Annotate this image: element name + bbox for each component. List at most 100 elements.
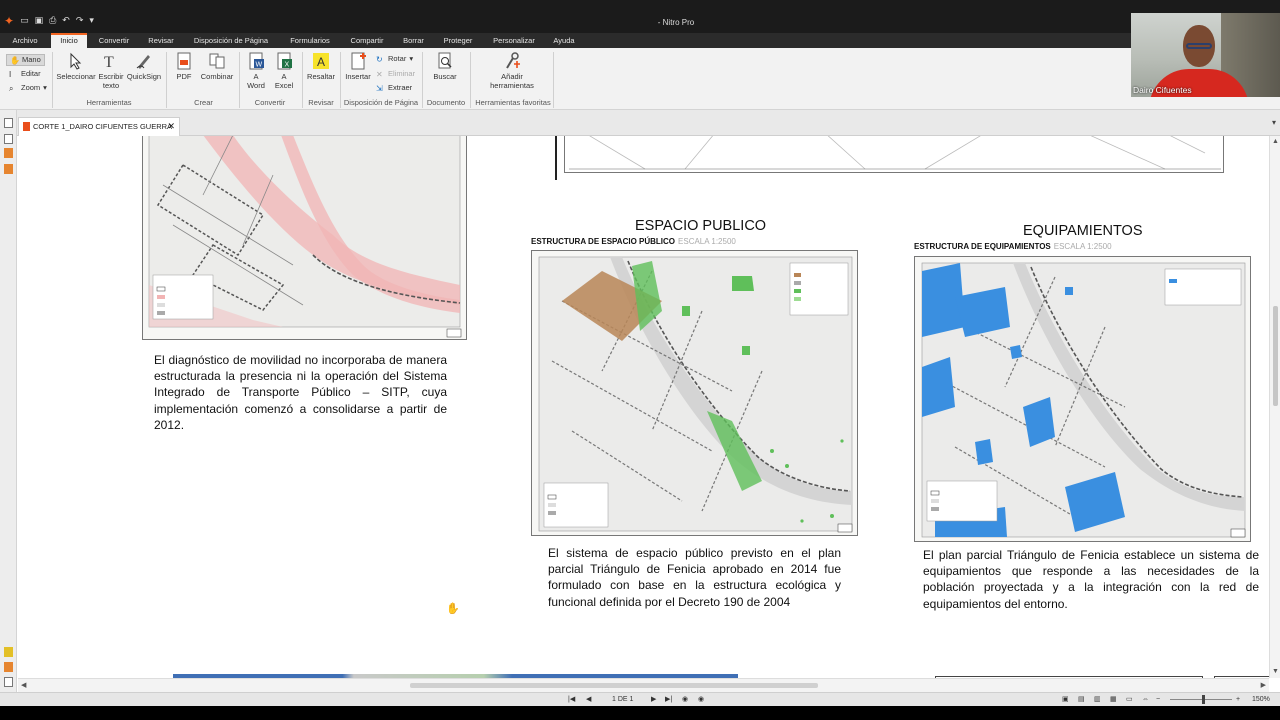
combine-button[interactable]: Combinar xyxy=(199,52,235,81)
signatures-panel-icon[interactable] xyxy=(4,164,13,174)
tab-archivo[interactable]: Archivo xyxy=(6,33,44,48)
svg-text:T: T xyxy=(104,54,114,70)
zoom-tool-button[interactable]: ⌕ Zoom ▾ xyxy=(9,83,47,93)
participant-name: Dairo Cifuentes xyxy=(1133,85,1192,95)
tab-disposicion[interactable]: Disposición de Página xyxy=(187,33,275,48)
vertical-scrollbar[interactable]: ▲ ▼ xyxy=(1269,136,1280,678)
group-label-crear: Crear xyxy=(194,98,213,107)
forward-view-icon[interactable]: ◉ xyxy=(698,695,704,705)
tab-list-chevron-icon[interactable]: ▾ xyxy=(1272,118,1276,127)
zoom-level[interactable]: 150% xyxy=(1252,695,1270,705)
bookmarks-panel-icon[interactable] xyxy=(4,134,13,144)
output-panel-icon[interactable] xyxy=(4,662,13,672)
insert-page-icon xyxy=(351,52,366,70)
previous-page-icon[interactable]: ◀ xyxy=(586,695,591,705)
document-tab-title: CORTE 1_DAIRO CIFUENTES GUERRA xyxy=(33,122,173,131)
document-tab[interactable]: CORTE 1_DAIRO CIFUENTES GUERRA ✕ xyxy=(18,117,180,136)
svg-text:A: A xyxy=(317,55,325,69)
scroll-up-icon[interactable]: ▲ xyxy=(1272,138,1279,145)
window-title: - Nitro Pro xyxy=(657,18,695,27)
type-text-button[interactable]: T Escribir texto xyxy=(97,52,125,90)
delete-label: Eliminar xyxy=(388,69,416,78)
close-icon[interactable]: ✕ xyxy=(167,118,175,135)
facing-continuous-view-icon[interactable]: ▦ xyxy=(1110,695,1117,705)
tab-proteger[interactable]: Proteger xyxy=(437,33,479,48)
hand-tool-button[interactable]: ✋ Mano xyxy=(6,54,45,66)
equipamientos-paragraph: El plan parcial Triángulo de Fenicia est… xyxy=(923,548,1259,611)
vertical-scroll-thumb[interactable] xyxy=(1273,306,1278,406)
extract-button[interactable]: ⇲ Extraer xyxy=(376,83,412,93)
rotate-button[interactable]: ↻ Rotar ▾ xyxy=(376,54,413,64)
zoom-slider-thumb[interactable] xyxy=(1202,695,1205,704)
tab-formularios[interactable]: Formularios xyxy=(283,33,337,48)
pages-panel-icon[interactable] xyxy=(4,118,13,128)
mobility-map xyxy=(142,136,467,340)
page-indicator[interactable]: 1 DE 1 xyxy=(612,695,633,705)
to-word-label: A Word xyxy=(247,72,265,90)
espacio-publico-map xyxy=(531,250,858,536)
tab-personalizar[interactable]: Personalizar xyxy=(486,33,542,48)
horizontal-scrollbar[interactable]: ◀ ▶ xyxy=(18,678,1269,692)
pdf-icon xyxy=(177,52,191,70)
horizontal-scroll-thumb[interactable] xyxy=(410,683,818,688)
to-excel-button[interactable]: X A Excel xyxy=(272,52,296,90)
scroll-left-icon[interactable]: ◀ xyxy=(21,681,26,689)
zoom-slider[interactable] xyxy=(1170,699,1232,700)
tab-compartir[interactable]: Compartir xyxy=(344,33,390,48)
chevron-down-icon: ▾ xyxy=(43,83,47,92)
espacio-publico-subheading: ESTRUCTURA DE ESPACIO PÚBLICO ESCALA 1:25… xyxy=(531,237,736,246)
tab-revisar[interactable]: Revisar xyxy=(142,33,180,48)
tab-borrar[interactable]: Borrar xyxy=(397,33,430,48)
pdf-label: PDF xyxy=(176,72,192,81)
scroll-down-icon[interactable]: ▼ xyxy=(1272,668,1279,675)
search-button[interactable]: Buscar xyxy=(430,52,460,81)
fit-page-icon[interactable]: ▭ xyxy=(1126,695,1133,705)
properties-panel-icon[interactable] xyxy=(4,677,13,687)
next-page-icon[interactable]: ▶ xyxy=(651,695,656,705)
status-bar: |◀ ◀ 1 DE 1 ▶ ▶| ◉ ◉ ▣ ▤ ▥ ▦ ▭ ⇔ − + 150… xyxy=(0,692,1280,706)
single-page-view-icon[interactable]: ▣ xyxy=(1062,695,1069,705)
fit-width-icon[interactable]: ⇔ xyxy=(1142,695,1149,705)
group-label-herramientas: Herramientas xyxy=(86,98,132,107)
quicksign-button[interactable]: QuickSign xyxy=(126,52,162,81)
insert-label: Insertar xyxy=(345,72,371,81)
highlight-button[interactable]: A Resaltar xyxy=(306,52,336,81)
group-label-revisar: Revisar xyxy=(308,98,334,107)
document-view[interactable]: El diagnóstico de movilidad no incorpora… xyxy=(18,136,1269,678)
title-bar: ✦ ▭ ▣ ⎙ ↶ ↷ ▾ - Nitro Pro xyxy=(0,0,1280,33)
add-tools-button[interactable]: Añadir herramientas xyxy=(486,52,538,90)
tab-inicio[interactable]: Inicio xyxy=(51,33,87,48)
first-page-icon[interactable]: |◀ xyxy=(568,695,575,705)
equipamientos-map-drawing xyxy=(921,262,1246,538)
edit-cursor-icon: I xyxy=(9,69,12,79)
zoom-out-icon[interactable]: − xyxy=(1156,695,1160,705)
comments-panel-icon[interactable] xyxy=(4,647,13,657)
continuous-view-icon[interactable]: ▤ xyxy=(1078,695,1085,705)
left-navigation-panel xyxy=(0,110,17,692)
back-view-icon[interactable]: ◉ xyxy=(682,695,688,705)
last-page-icon[interactable]: ▶| xyxy=(665,695,672,705)
tab-ayuda[interactable]: Ayuda xyxy=(549,33,579,48)
espacio-publico-map-drawing xyxy=(538,256,853,533)
pdf-file-icon xyxy=(23,122,30,131)
create-pdf-button[interactable]: PDF xyxy=(172,52,196,81)
facing-view-icon[interactable]: ▥ xyxy=(1094,695,1101,705)
zoom-in-icon[interactable]: + xyxy=(1236,695,1240,705)
attachments-panel-icon[interactable] xyxy=(4,148,13,158)
equipamientos-map xyxy=(914,256,1251,542)
quicksign-icon xyxy=(136,55,150,69)
quicksign-label: QuickSign xyxy=(126,72,162,81)
highlight-icon: A xyxy=(313,53,329,69)
insert-button[interactable]: Insertar xyxy=(344,52,372,81)
edit-tool-button[interactable]: I Editar xyxy=(9,69,41,79)
scroll-right-icon[interactable]: ▶ xyxy=(1261,681,1266,689)
delete-button[interactable]: ✕ Eliminar xyxy=(376,69,415,79)
espacio-publico-scale: ESCALA 1:2500 xyxy=(678,237,736,246)
extract-label: Extraer xyxy=(388,83,413,92)
screen-bottom-bar xyxy=(0,706,1280,720)
select-button[interactable]: Seleccionar xyxy=(56,52,96,81)
upper-map-strip xyxy=(564,136,1224,173)
select-label: Seleccionar xyxy=(56,72,96,81)
to-word-button[interactable]: W A Word xyxy=(244,52,268,90)
tab-convertir[interactable]: Convertir xyxy=(93,33,135,48)
